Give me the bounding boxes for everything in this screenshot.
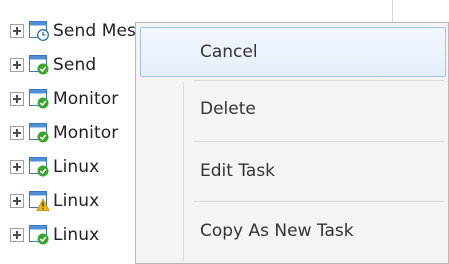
expand-icon[interactable]: [10, 24, 24, 38]
expand-icon[interactable]: [10, 160, 24, 174]
menu-item-label: Copy As New Task: [200, 221, 354, 241]
task-ok-icon: [29, 157, 49, 177]
menu-separator: [194, 201, 444, 202]
expand-icon[interactable]: [10, 228, 24, 242]
row-label: Linux: [53, 191, 100, 211]
tree-row[interactable]: Linux: [10, 150, 99, 184]
expand-icon[interactable]: [10, 58, 24, 72]
menu-item-label: Delete: [200, 99, 256, 119]
menu-item-copy-as-new-task[interactable]: Copy As New Task: [136, 203, 448, 259]
tree-row[interactable]: Send: [10, 48, 96, 82]
row-label: Send: [53, 55, 97, 75]
menu-item-delete[interactable]: Delete: [136, 81, 448, 137]
tree-row[interactable]: Linux: [10, 218, 99, 252]
row-label: Linux: [53, 225, 100, 245]
menu-item-label: Cancel: [200, 42, 258, 62]
menu-item-edit-task[interactable]: Edit Task: [136, 143, 448, 199]
expand-icon[interactable]: [10, 194, 24, 208]
tree-row[interactable]: Monitor: [10, 116, 118, 150]
row-label: Monitor: [53, 123, 119, 143]
task-ok-icon: [29, 225, 49, 245]
task-ok-icon: [29, 55, 49, 75]
menu-item-cancel[interactable]: Cancel: [140, 27, 446, 77]
menu-separator: [194, 141, 444, 142]
task-warning-icon: [29, 191, 50, 211]
tree-row[interactable]: Linux: [10, 184, 99, 218]
task-ok-icon: [29, 123, 49, 143]
row-label: Monitor: [53, 89, 119, 109]
expand-icon[interactable]: [10, 126, 24, 140]
expand-icon[interactable]: [10, 92, 24, 106]
scheduled-task-icon: [29, 21, 49, 41]
context-menu: Cancel Delete Edit Task Copy As New Task: [135, 22, 449, 264]
row-label: Linux: [53, 157, 100, 177]
tree-row[interactable]: Monitor: [10, 82, 118, 116]
task-ok-icon: [29, 89, 49, 109]
menu-item-label: Edit Task: [200, 161, 276, 181]
